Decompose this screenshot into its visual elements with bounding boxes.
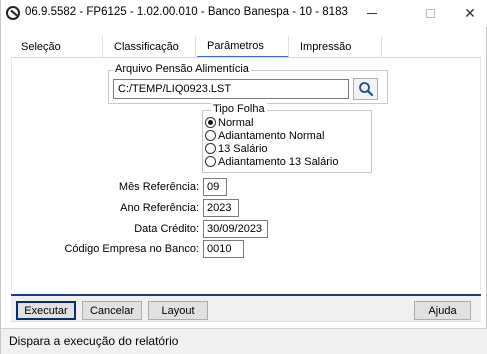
arquivo-pensao-group: Arquivo Pensão Alimentícia <box>108 63 388 104</box>
executar-button[interactable]: Executar <box>16 301 76 320</box>
radio-unchecked-icon[interactable] <box>205 130 216 141</box>
action-toolbar: Executar Cancelar Layout Ajuda <box>11 294 481 322</box>
tipo-folha-title: Tipo Folha <box>211 103 267 115</box>
window-title: 06.9.5582 - FP6125 - 1.02.00.010 - Banco… <box>25 6 348 18</box>
ano-referencia-label: Ano Referência: <box>120 202 199 214</box>
tab-impressao[interactable]: Impressão <box>290 36 382 58</box>
radio-checked-icon[interactable] <box>205 117 216 128</box>
cancelar-button[interactable]: Cancelar <box>82 301 142 320</box>
status-bar: Dispara a execução do relatório <box>1 328 487 354</box>
radio-option-13-salario[interactable]: 13 Salário <box>205 142 268 155</box>
arquivo-path-input[interactable] <box>113 79 349 99</box>
status-text: Dispara a execução do relatório <box>9 334 179 348</box>
close-icon: ✕ <box>464 5 476 22</box>
arquivo-pensao-title: Arquivo Pensão Alimentícia <box>113 63 251 75</box>
mes-referencia-label: Mês Referência: <box>118 181 199 193</box>
tab-classificacao[interactable]: Classificação <box>104 36 196 58</box>
tab-bar: Seleção Classificação Parâmetros Impress… <box>11 36 481 58</box>
radio-label: 13 Salário <box>218 142 268 155</box>
layout-button[interactable]: Layout <box>148 301 208 320</box>
search-icon <box>358 82 373 97</box>
tipo-folha-group: Tipo Folha Normal Adiantamento Normal 13… <box>202 103 372 173</box>
radio-label: Adiantamento Normal <box>218 129 325 142</box>
tab-parametros[interactable]: Parâmetros <box>197 36 289 58</box>
codigo-empresa-input[interactable] <box>203 240 244 258</box>
radio-unchecked-icon[interactable] <box>205 156 216 167</box>
report-window: 06.9.5582 - FP6125 - 1.02.00.010 - Banco… <box>0 0 487 354</box>
maximize-icon <box>425 9 435 18</box>
minimize-icon <box>367 13 377 14</box>
data-credito-label: Data Crédito: <box>134 223 199 235</box>
ajuda-button[interactable]: Ajuda <box>414 301 471 320</box>
codigo-empresa-label: Código Empresa no Banco: <box>64 243 199 255</box>
ano-referencia-input[interactable] <box>203 199 239 217</box>
radio-label: Normal <box>218 116 254 129</box>
radio-label: Adiantamento 13 Salário <box>218 155 339 168</box>
data-credito-input[interactable] <box>203 220 268 238</box>
tab-selecao[interactable]: Seleção <box>11 36 103 58</box>
parametros-panel: Arquivo Pensão Alimentícia Tipo Folha No… <box>11 58 481 290</box>
mes-referencia-input[interactable] <box>203 178 227 196</box>
title-bar[interactable]: 06.9.5582 - FP6125 - 1.02.00.010 - Banco… <box>1 0 487 27</box>
browse-file-button[interactable] <box>353 78 378 100</box>
minimize-button[interactable] <box>349 0 395 27</box>
radio-option-adiantamento-13-salario[interactable]: Adiantamento 13 Salário <box>205 155 338 168</box>
radio-option-normal[interactable]: Normal <box>205 116 253 129</box>
app-icon <box>6 6 20 20</box>
close-button[interactable]: ✕ <box>447 0 487 27</box>
radio-option-adiantamento-normal[interactable]: Adiantamento Normal <box>205 129 324 142</box>
radio-unchecked-icon[interactable] <box>205 143 216 154</box>
